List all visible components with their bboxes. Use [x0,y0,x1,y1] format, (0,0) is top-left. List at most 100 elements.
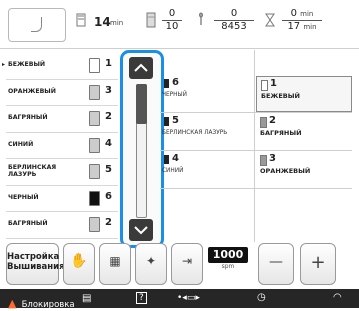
help-icon[interactable]: ? [136,292,147,304]
speed-minus-button[interactable]: — [258,243,294,285]
grid-icon: ▦ [109,254,121,268]
color-fraction-num: 0 [168,8,176,19]
list-item-number: 5 [105,164,112,175]
tool-button-1[interactable]: ▦ [99,243,131,285]
spool-icon [89,58,100,73]
table-cell-label: БЕЖЕВЫЙ [261,92,300,100]
min-fraction-num: 0 [290,8,297,19]
table-cell-right[interactable]: 1 БЕЖЕВЫЙ [256,76,352,112]
spool-icon [146,12,156,28]
tool-button-3[interactable]: ⇥ [171,243,203,285]
table-cell-number: 3 [269,153,276,164]
scroll-thumb[interactable] [136,84,147,124]
minus-label: — [269,254,283,270]
list-item-number: 2 [105,111,112,122]
document-icon[interactable]: ▤ [82,293,91,304]
hourglass-icon [264,12,276,28]
table-cell-left[interactable]: 4 СИНИЙ [160,152,252,188]
table-cell-number: 4 [172,153,179,164]
spool-icon [89,137,100,153]
list-item-number: 1 [105,58,112,69]
list-item[interactable]: ▸ БЕЖЕВЫЙ 1 [0,53,118,80]
color-fraction-den: 10 [162,20,182,33]
warning-icon: ▲ [8,297,17,310]
list-item-number: 6 [105,190,112,202]
list-item-label: ОРАНЖЕВЫЙ [8,87,56,95]
list-item-label: БЕРЛИНСКАЯ ЛАЗУРЬ [8,164,57,178]
pattern-preview [8,8,66,42]
speed-unit: spm [221,263,235,270]
spool-icon [164,155,169,164]
spool-icon [261,80,268,91]
list-item-label: БЕЖЕВЫЙ [8,61,46,68]
list-item[interactable]: БАГРЯНЫЙ 2 [0,212,118,239]
min-fraction-num-unit: min [300,10,314,18]
table-row-divider [160,112,352,113]
scroll-up-button[interactable] [129,57,153,79]
list-item-label: БАГРЯНЫЙ [8,220,48,227]
min-fraction: 0 min 17 min [282,8,322,33]
hand-icon: ✋ [70,253,88,269]
spool-icon [89,217,100,232]
table-row-divider [160,150,352,151]
stitch-fraction-den: 8453 [214,20,254,33]
table-cell-number: 5 [172,115,179,126]
spool-icon [89,190,100,206]
down-arrow-icon [134,226,148,235]
speed-display: 1000 spm [208,247,248,277]
list-item[interactable]: ОРАНЖЕВЫЙ 3 [0,80,118,106]
list-item-number: 3 [105,84,112,96]
list-item[interactable]: ЧЕРНЫЙ 6 [0,186,118,212]
table-cell-left[interactable]: 6 ЧЕРНЫЙ [160,76,252,112]
lock-label: Блокировка [21,300,75,310]
table-cell-number: 2 [269,115,276,126]
stitch-fraction-num: 0 [230,8,238,19]
spool-icon [164,79,169,88]
needle-icon [197,12,205,28]
hand-button[interactable]: ✋ [63,243,95,285]
table-cell-label: ЧЕРНЫЙ [162,92,187,98]
current-indicator-icon: ▸ [2,61,6,68]
top-separator [0,48,359,49]
table-cell-right[interactable]: 2 БАГРЯНЫЙ [256,114,352,150]
list-item[interactable]: БЕРЛИНСКАЯ ЛАЗУРЬ 5 [0,159,118,186]
speed-value: 1000 [208,247,248,263]
color-fraction: 0 10 [162,8,182,33]
spool-icon [260,155,267,166]
time-icon [75,12,87,28]
forward-icon: ⇥ [181,254,193,268]
time-value: 14 [94,15,111,29]
stitch-fraction: 0 8453 [214,8,254,33]
speed-plus-button[interactable]: + [300,243,336,285]
table-cell-label: БЕРЛИНСКАЯ ЛАЗУРЬ [162,130,228,136]
list-item[interactable]: БАГРЯНЫЙ 2 [0,106,118,133]
up-arrow-icon [134,63,148,72]
tool-button-2[interactable]: ✦ [135,243,167,285]
min-fraction-den: 17 [287,21,301,32]
magic-wand-icon: ✦ [145,254,157,268]
scroll-down-button[interactable] [129,219,153,241]
table-cell-label: БАГРЯНЫЙ [260,129,302,137]
plus-label: + [310,252,326,273]
clock-icon[interactable]: ◷ [257,292,266,303]
embroidery-settings-button[interactable]: Настройка Вышивания [6,243,65,285]
table-cell-label: ОРАНЖЕВЫЙ [260,167,311,175]
table-cell-label: СИНИЙ [162,168,184,174]
list-item-number: 2 [105,217,112,228]
lock-button[interactable]: ▲ Блокировка [8,292,75,311]
spool-icon [89,164,100,179]
list-item[interactable]: СИНИЙ 4 [0,133,118,159]
table-cell-right[interactable]: 3 ОРАНЖЕВЫЙ [256,152,352,188]
spool-icon [89,84,100,100]
time-unit: min [110,19,124,27]
spool-icon [89,111,100,126]
list-item-label: БАГРЯНЫЙ [8,114,48,121]
min-fraction-den-unit: min [303,23,317,31]
table-cell-left[interactable]: 5 БЕРЛИНСКАЯ ЛАЗУРЬ [160,114,252,150]
spool-icon [260,117,267,128]
wifi-icon[interactable]: ◠ [333,292,342,303]
table-cell-number: 1 [270,78,277,89]
list-item-label: СИНИЙ [8,140,34,148]
transfer-icon[interactable]: •◂▭▸ [177,293,200,303]
settings-label-1: Настройка [7,252,60,262]
